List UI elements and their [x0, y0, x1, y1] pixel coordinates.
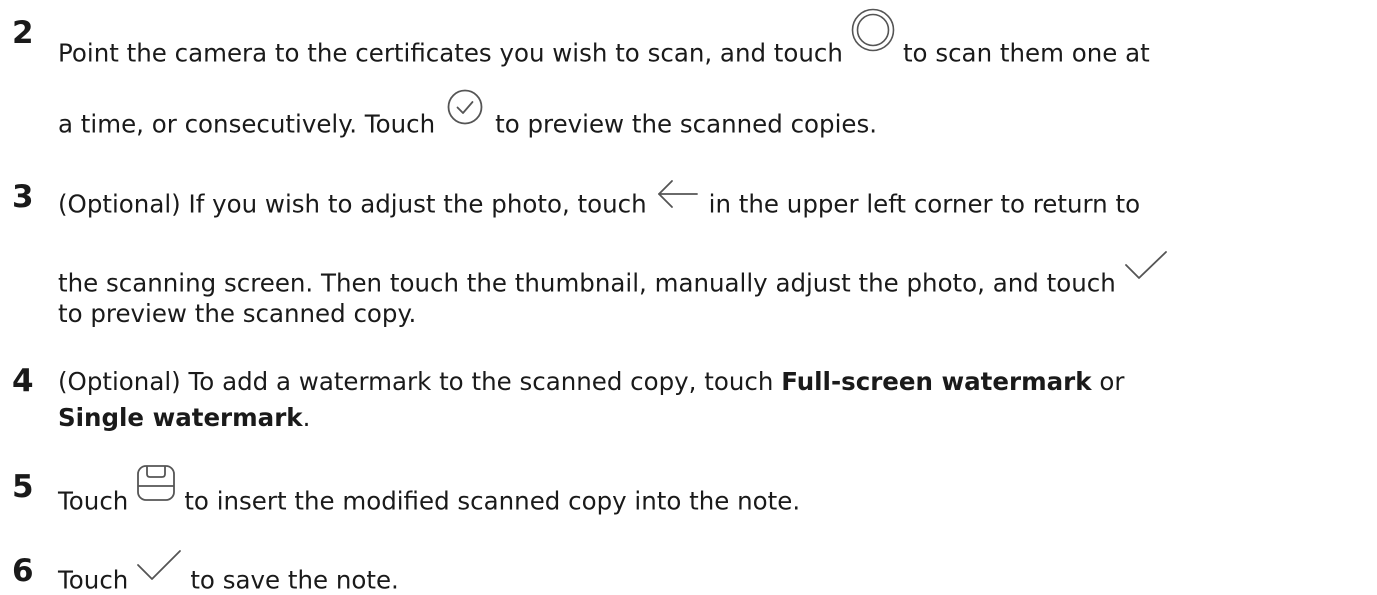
step-text-line: (Optional) If you wish to adjust the pho… [58, 180, 1141, 219]
step-text: in the upper left corner to return to [708, 189, 1141, 219]
step-text: Point the camera to the certificates you… [58, 38, 843, 68]
step-number: 6 [12, 553, 34, 589]
step-text: Touch [58, 565, 129, 595]
step-text: to scan them one at [902, 38, 1150, 68]
step-text-line: the scanning screen. Then touch the thum… [58, 251, 1176, 298]
step-number: 5 [12, 469, 34, 505]
step-text: (Optional) To add a watermark to the sca… [58, 367, 774, 396]
step-text: (Optional) If you wish to adjust the pho… [58, 189, 647, 219]
step-text: the scanning screen. Then touch the thum… [58, 268, 1116, 298]
save-icon [136, 464, 176, 502]
step-text: a time, or consecutively. Touch [58, 109, 436, 139]
step-text-line: (Optional) To add a watermark to the sca… [58, 367, 1125, 396]
checkmark-icon [1124, 250, 1168, 280]
step-text-line: a time, or consecutively. Touch to previ… [58, 89, 878, 139]
step-text: to preview the scanned copies. [495, 109, 878, 139]
step-text-line: Single watermark. [58, 403, 311, 432]
single-watermark-label: Single watermark [58, 403, 303, 432]
step-text: Touch [58, 486, 129, 516]
step-text-line: Point the camera to the certificates you… [58, 8, 1150, 68]
step-text: to insert the modified scanned copy into… [184, 486, 801, 516]
step-text: . [302, 403, 311, 432]
step-number: 4 [12, 363, 34, 399]
shutter-circle-icon [851, 8, 895, 52]
step-text-line: Touch to insert the modified scanned cop… [58, 465, 801, 516]
checkmark-icon [136, 549, 182, 581]
step-number: 2 [12, 15, 34, 51]
back-arrow-icon [657, 179, 699, 209]
step-text: to save the note. [190, 565, 399, 595]
step-text: to preview the scanned copy. [58, 299, 417, 328]
step-text-line: to preview the scanned copy. [58, 299, 417, 328]
full-screen-watermark-label: Full-screen watermark [781, 367, 1092, 396]
step-text-line: Touch to save the note. [58, 550, 399, 595]
step-number: 3 [12, 179, 34, 215]
check-circle-icon [447, 89, 483, 125]
step-text: or [1099, 367, 1125, 396]
